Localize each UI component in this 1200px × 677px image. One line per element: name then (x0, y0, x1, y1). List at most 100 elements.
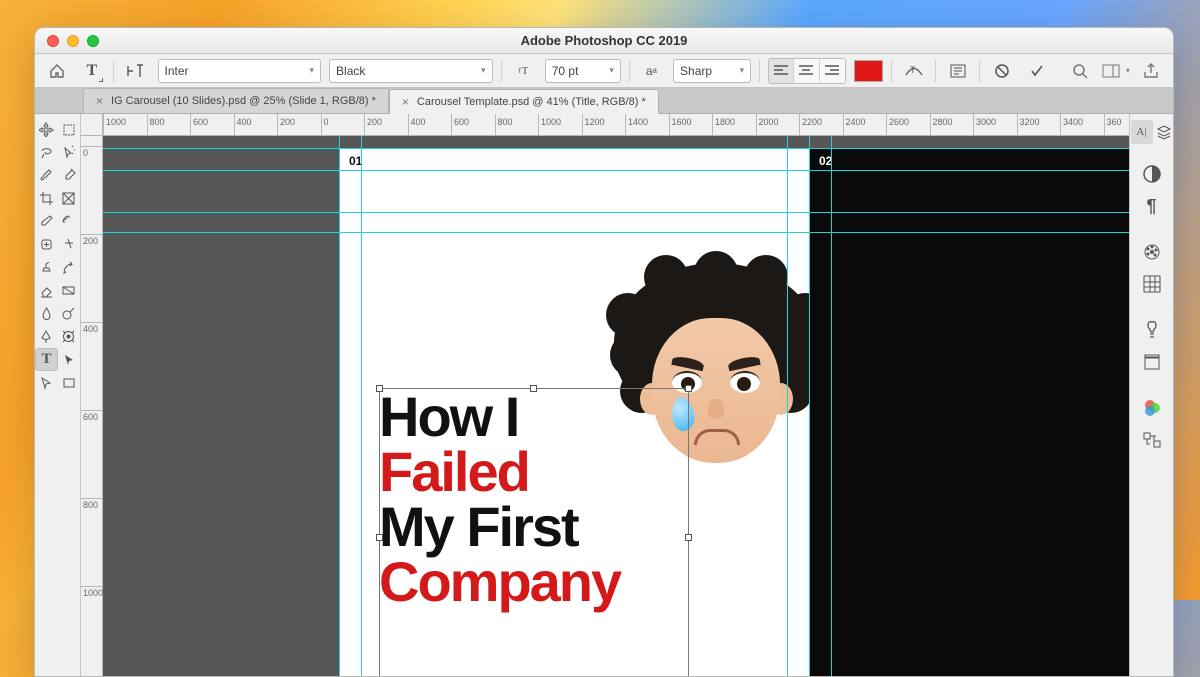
separator (979, 60, 980, 82)
artboard-02[interactable]: 02 (809, 148, 1129, 676)
type-tool-active[interactable]: T (35, 348, 58, 371)
resize-handle[interactable] (530, 385, 537, 392)
document-tab[interactable]: × IG Carousel (10 Slides).psd @ 25% (Sli… (83, 88, 389, 113)
learn-panel-icon[interactable] (1136, 314, 1168, 346)
align-left-button[interactable] (769, 59, 794, 83)
close-tab-icon[interactable]: × (96, 94, 103, 108)
chevron-down-icon: ▾ (481, 65, 486, 76)
titlebar: Adobe Photoshop CC 2019 (35, 28, 1173, 54)
pen-tool[interactable] (35, 325, 58, 348)
font-family-value: Inter (165, 64, 189, 78)
close-tab-icon[interactable]: × (402, 95, 409, 109)
canvas-area: 1000800600400200020040060080010001200140… (81, 114, 1129, 676)
blur-tool[interactable] (35, 302, 58, 325)
document-tab-active[interactable]: × Carousel Template.psd @ 41% (Title, RG… (389, 89, 659, 114)
separator (935, 60, 936, 82)
move-tool[interactable] (35, 118, 58, 141)
crop-tool[interactable] (35, 187, 58, 210)
content-aware-tool[interactable] (58, 233, 81, 256)
svg-text:T: T (910, 65, 916, 75)
guide-horizontal[interactable] (103, 212, 1129, 213)
patterns-panel-icon[interactable] (1136, 268, 1168, 300)
artboard-tool[interactable] (58, 118, 81, 141)
ruler-corner (81, 114, 103, 136)
character-panel-button[interactable] (944, 58, 971, 84)
font-family-select[interactable]: Inter▾ (158, 59, 322, 83)
guide-vertical[interactable] (831, 136, 832, 676)
healing-brush-tool[interactable] (35, 233, 58, 256)
font-style-select[interactable]: Black ▾ (329, 59, 493, 83)
color-panel-icon[interactable] (1136, 392, 1168, 424)
history-brush-tool[interactable] (58, 256, 81, 279)
resize-handle[interactable] (685, 385, 692, 392)
guide-horizontal[interactable] (103, 232, 1129, 233)
resize-handle[interactable] (376, 385, 383, 392)
guide-horizontal[interactable] (103, 148, 1129, 149)
rectangle-tool[interactable] (58, 371, 81, 394)
guide-vertical[interactable] (787, 136, 788, 676)
curvature-tool[interactable] (58, 325, 81, 348)
antialias-value: Sharp (680, 64, 712, 78)
adjustments-panel-icon[interactable] (1136, 158, 1168, 190)
commit-edit-button[interactable] (1023, 58, 1050, 84)
brush-tool[interactable] (35, 164, 58, 187)
text-orientation-button[interactable] (122, 58, 149, 84)
guide-horizontal[interactable] (103, 170, 1129, 171)
home-button[interactable] (43, 58, 70, 84)
document-tabs: × IG Carousel (10 Slides).psd @ 25% (Sli… (35, 88, 1173, 114)
resize-handle[interactable] (685, 534, 692, 541)
character-panel-icon[interactable]: A| (1131, 120, 1153, 144)
quick-select-tool[interactable] (58, 141, 81, 164)
type-tool-icon: T (78, 58, 105, 84)
antialias-select[interactable]: Sharp▾ (673, 59, 751, 83)
separator (759, 60, 760, 82)
options-bar: T Inter▾ Black▾ тT 70 pt▾ aa Sharp▾ T ▾ (35, 54, 1173, 88)
font-size-icon: тT (510, 58, 537, 84)
workspace-button[interactable]: ▾ (1102, 58, 1130, 84)
artboard-01[interactable]: 01 (339, 148, 809, 676)
font-style-value: Black (336, 64, 365, 78)
resize-handle[interactable] (376, 534, 383, 541)
eyedropper-tool-2[interactable] (35, 210, 58, 233)
libraries-panel-icon[interactable] (1136, 346, 1168, 378)
artboards: 01 (339, 148, 1129, 676)
share-button[interactable] (1138, 58, 1165, 84)
tab-label: IG Carousel (10 Slides).psd @ 25% (Slide… (111, 95, 376, 107)
separator (501, 60, 502, 82)
vertical-ruler[interactable]: 02004006008001000 (81, 136, 103, 676)
swatches-panel-icon[interactable] (1136, 236, 1168, 268)
guide-vertical[interactable] (809, 136, 810, 676)
separator (629, 60, 630, 82)
horizontal-ruler[interactable]: 1000800600400200020040060080010001200140… (103, 114, 1129, 136)
search-button[interactable] (1067, 58, 1094, 84)
dodge-tool[interactable] (58, 302, 81, 325)
warp-text-button[interactable]: T (900, 58, 927, 84)
ruler-tool[interactable] (58, 210, 81, 233)
guide-vertical[interactable] (361, 136, 362, 676)
canvas-stage[interactable]: 01 (103, 136, 1129, 676)
frame-tool[interactable] (58, 187, 81, 210)
chevron-down-icon: ▾ (609, 65, 614, 76)
text-color-swatch[interactable] (854, 60, 883, 82)
font-size-select[interactable]: 70 pt▾ (545, 59, 621, 83)
clone-stamp-tool[interactable] (35, 256, 58, 279)
text-align-group (768, 58, 846, 84)
path-select-tool[interactable] (58, 348, 80, 371)
layers-panel-icon[interactable] (1155, 120, 1173, 144)
eraser-tool[interactable] (35, 279, 58, 302)
window-title: Adobe Photoshop CC 2019 (35, 33, 1173, 48)
align-right-button[interactable] (820, 59, 845, 83)
lasso-tool[interactable] (35, 141, 58, 164)
eyedropper-tool[interactable] (58, 164, 81, 187)
align-center-button[interactable] (794, 59, 819, 83)
paragraph-panel-icon[interactable]: ¶ (1136, 190, 1168, 222)
gradient-tool[interactable] (58, 279, 81, 302)
cancel-edit-button[interactable] (988, 58, 1015, 84)
guide-vertical[interactable] (339, 136, 340, 676)
direct-select-tool[interactable] (35, 371, 58, 394)
properties-panel-icon[interactable] (1136, 424, 1168, 456)
right-panel-rail: A| ¶ (1129, 114, 1173, 676)
tab-label: Carousel Template.psd @ 41% (Title, RGB/… (417, 96, 646, 108)
text-bounding-box[interactable] (379, 388, 689, 676)
app-window: Adobe Photoshop CC 2019 T Inter▾ Black▾ … (34, 27, 1174, 677)
